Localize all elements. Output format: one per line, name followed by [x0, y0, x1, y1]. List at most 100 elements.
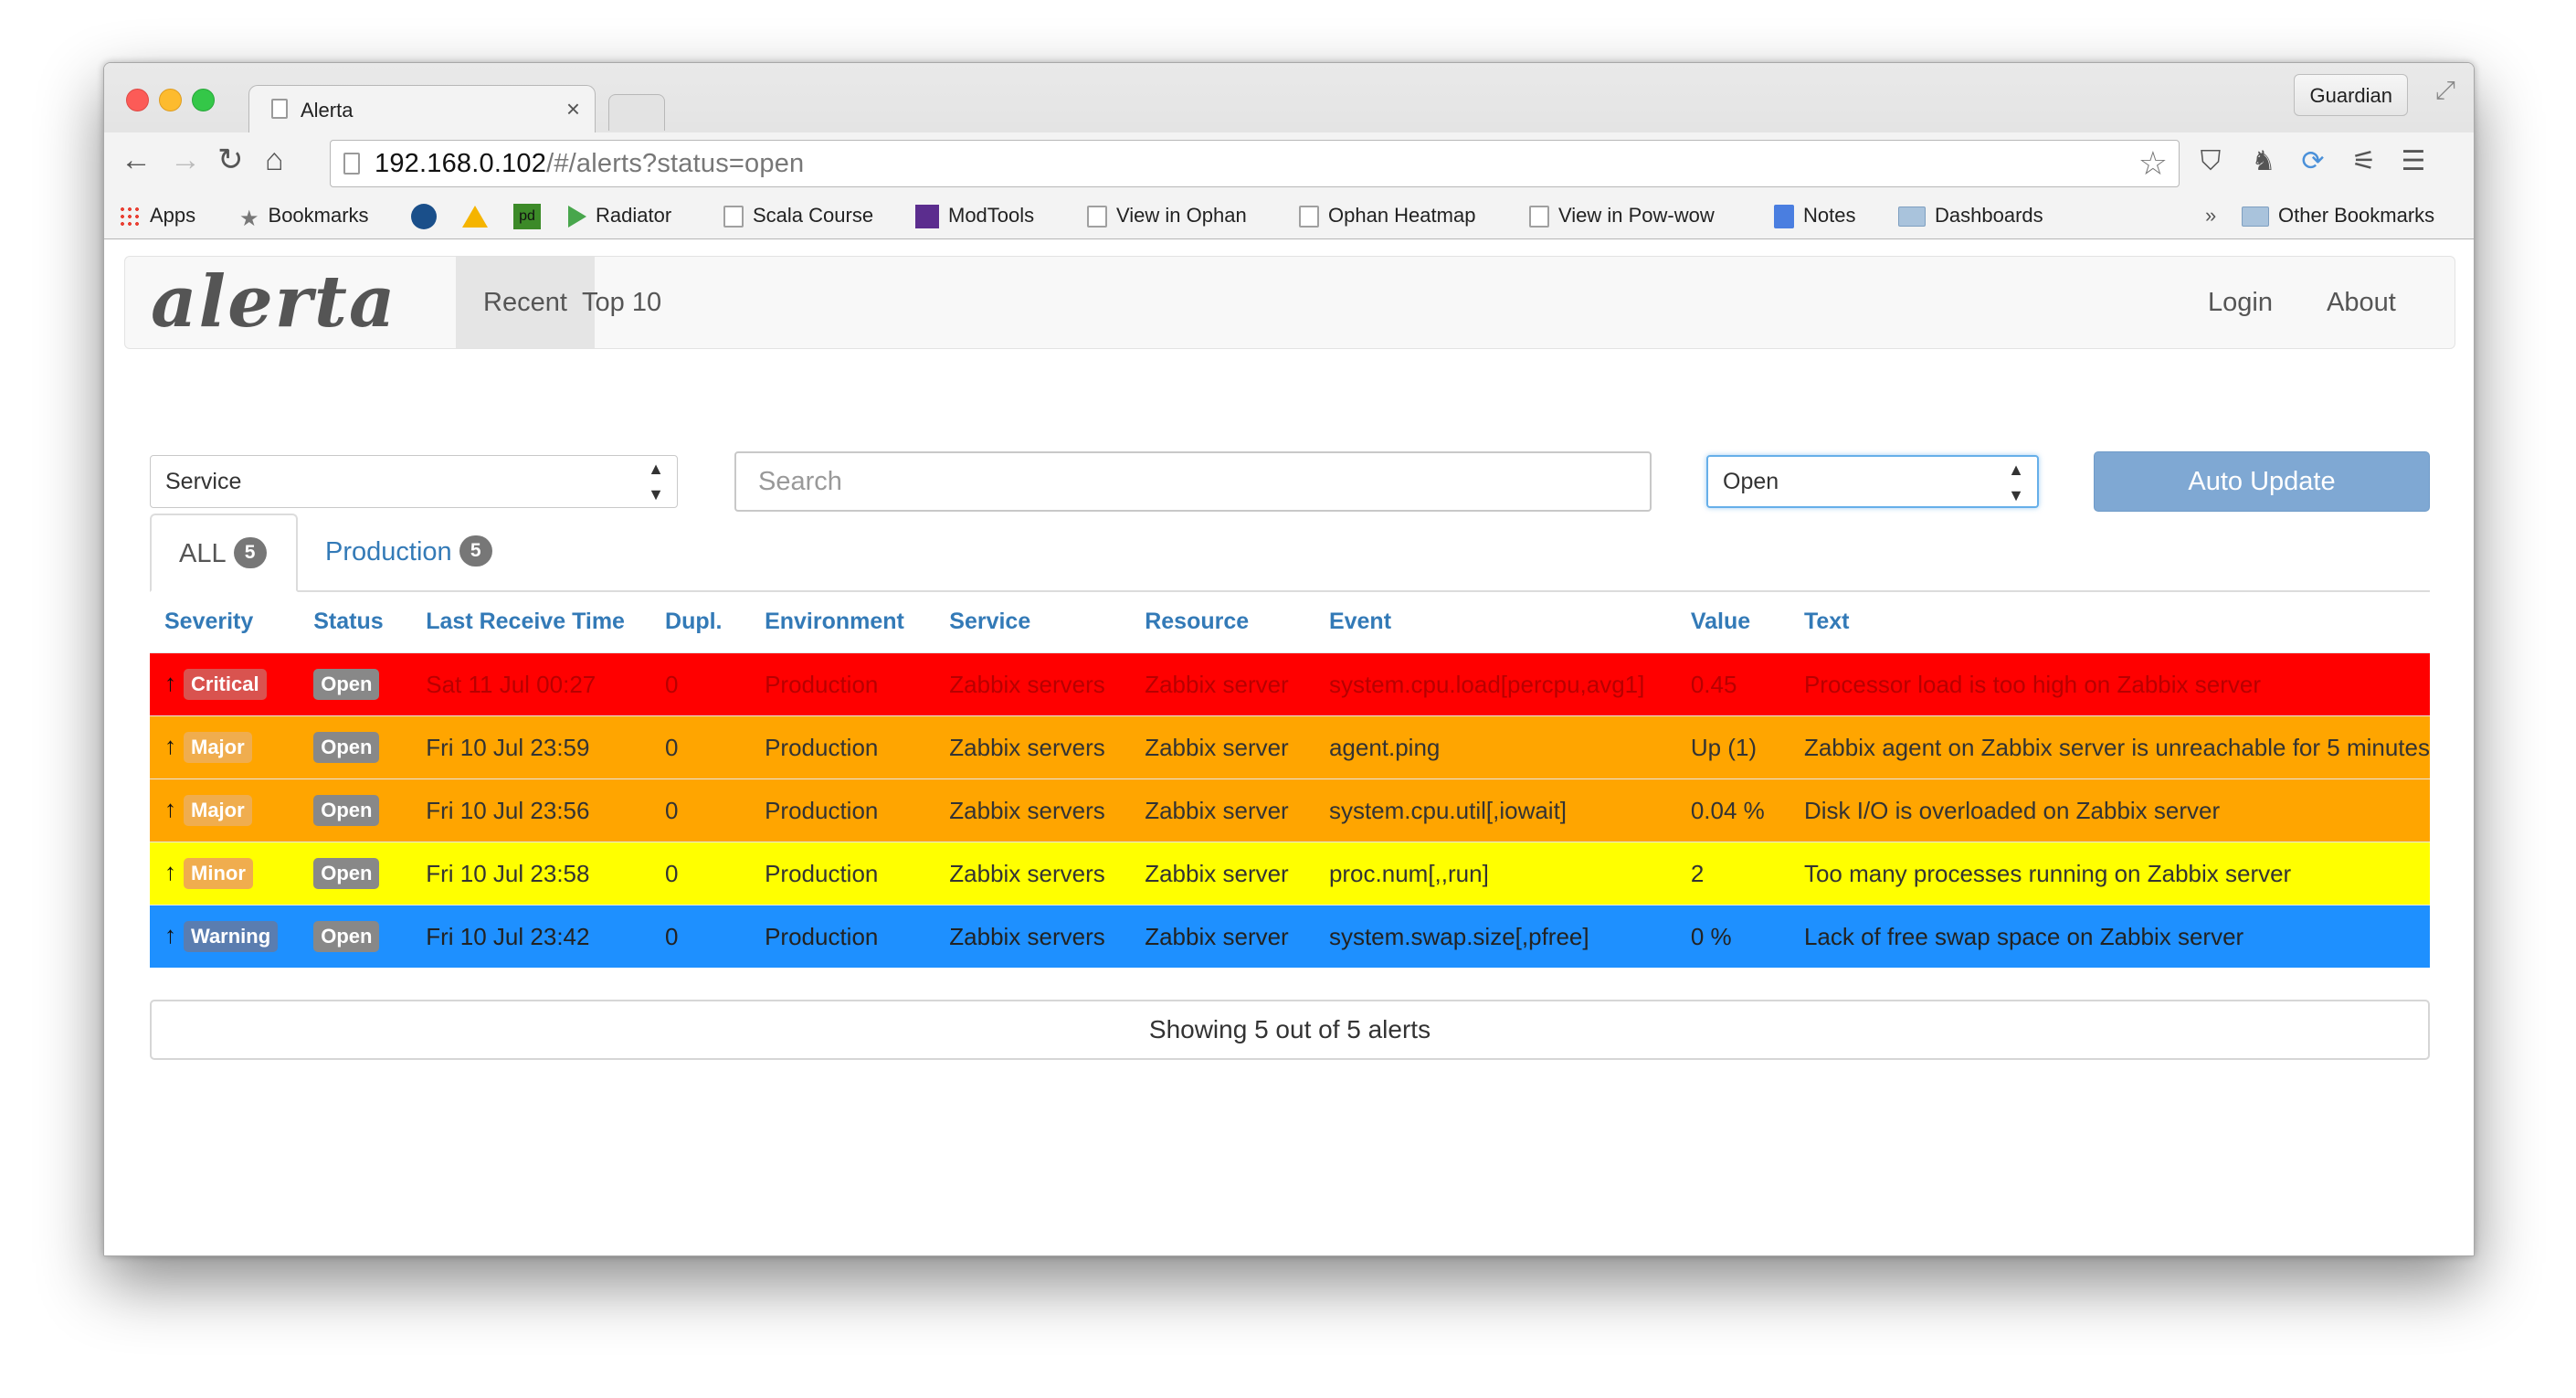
reload-icon[interactable]: ↻ — [217, 142, 244, 178]
folder-icon — [1898, 207, 1926, 228]
bookmark-notes[interactable]: Notes — [1774, 202, 1855, 229]
modtools-icon — [915, 205, 939, 229]
time-cell: Fri 10 Jul 23:56 — [411, 778, 651, 842]
traffic-light-icon[interactable]: ⚟ — [2348, 145, 2381, 178]
folder-icon — [2242, 207, 2269, 228]
bookmarks-overflow-chevron[interactable]: » — [2205, 202, 2216, 229]
column-header-last-receive-time[interactable]: Last Receive Time — [411, 590, 650, 653]
auto-update-button[interactable]: Auto Update — [2094, 451, 2430, 512]
severity-label: Critical — [184, 669, 267, 700]
status-label: Open — [313, 732, 380, 763]
nav-about[interactable]: About — [2299, 257, 2423, 348]
service-cell: Zabbix servers — [934, 652, 1131, 716]
pagerduty-icon: pd — [513, 204, 541, 230]
alerts-count-summary: Showing 5 out of 5 alerts — [150, 1000, 2430, 1060]
severity-label: Major — [184, 795, 252, 826]
column-header-event[interactable]: Event — [1314, 590, 1676, 653]
bookmark-modtools[interactable]: ModTools — [915, 202, 1034, 229]
table-row[interactable]: ↑ Warning Open Fri 10 Jul 23:42 0 Product… — [150, 905, 2430, 968]
resource-cell: Zabbix server — [1130, 778, 1314, 842]
page-icon — [343, 153, 360, 175]
column-header-severity[interactable]: Severity — [150, 590, 299, 653]
bookmark-scala-course[interactable]: Scala Course — [723, 202, 873, 229]
extension-icon[interactable]: ♞ — [2247, 145, 2280, 178]
bookmark-view-in-pow-wow[interactable]: View in Pow-wow — [1529, 202, 1715, 229]
time-cell: Sat 11 Jul 00:27 — [411, 652, 651, 716]
pocket-icon[interactable]: ⛉ — [2194, 145, 2227, 178]
event-cell: system.swap.size[,pfree] — [1314, 905, 1676, 968]
status-cell: Open — [299, 715, 412, 779]
star-icon: ★ — [239, 207, 259, 232]
forward-arrow-icon[interactable]: → — [170, 142, 201, 178]
service-cell: Zabbix servers — [934, 842, 1131, 906]
profile-button[interactable]: Guardian — [2294, 74, 2408, 116]
severity-cell: ↑ Major — [150, 778, 300, 842]
environment-cell: Production — [750, 905, 935, 968]
column-header-text[interactable]: Text — [1789, 590, 2430, 653]
resource-cell: Zabbix server — [1130, 842, 1314, 906]
dupl-cell: 0 — [650, 905, 751, 968]
bookmark-pagerduty[interactable]: pd — [513, 202, 550, 230]
bookmark-apps[interactable]: Apps — [119, 202, 195, 229]
event-cell: agent.ping — [1314, 715, 1676, 779]
arrow-up-icon: ↑ — [164, 795, 176, 822]
bookmark-view-in-ophan[interactable]: View in Ophan — [1087, 202, 1247, 229]
table-row[interactable]: ↑ Major Open Fri 10 Jul 23:56 0 Productio… — [150, 778, 2430, 842]
status-select[interactable]: Open ▲ ▼ — [1706, 455, 2039, 508]
bookmark-drive[interactable] — [462, 202, 497, 229]
service-select-value: Service — [165, 469, 242, 494]
column-header-service[interactable]: Service — [934, 590, 1130, 653]
address-host: 192.168.0.102 — [375, 149, 547, 178]
bookmark-other-bookmarks[interactable]: Other Bookmarks — [2242, 202, 2434, 229]
close-window-button[interactable] — [126, 89, 149, 111]
browser-chrome: Alerta × Guardian ⤢ ← → ↻ ⌂ 192.168.0.10… — [104, 63, 2474, 239]
bookmark-radiator[interactable]: Radiator — [568, 202, 671, 229]
bookmark-ophan-heatmap[interactable]: Ophan Heatmap — [1299, 202, 1475, 229]
browser-window: Alerta × Guardian ⤢ ← → ↻ ⌂ 192.168.0.10… — [103, 62, 2475, 1256]
bookmark-guardian[interactable] — [411, 202, 446, 230]
table-row[interactable]: ↑ Critical Open Sat 11 Jul 00:27 0 Produc… — [150, 652, 2430, 716]
severity-cell: ↑ Major — [150, 715, 300, 779]
bookmark-dashboards[interactable]: Dashboards — [1898, 202, 2043, 229]
event-cell: proc.num[,,run] — [1314, 842, 1676, 906]
guardian-icon — [411, 204, 437, 230]
drive-icon — [462, 206, 488, 228]
sync-icon[interactable]: ⟳ — [2296, 145, 2329, 178]
column-header-environment[interactable]: Environment — [750, 590, 934, 653]
column-header-dupl[interactable]: Dupl. — [650, 590, 750, 653]
browser-tab-alerta[interactable]: Alerta × — [248, 85, 596, 132]
zoom-window-button[interactable] — [192, 89, 215, 111]
dupl-cell: 0 — [650, 842, 751, 906]
bookmark-star-icon[interactable]: ☆ — [2138, 144, 2168, 183]
arrow-up-icon: ↑ — [164, 921, 176, 948]
fullscreen-icon[interactable]: ⤢ — [2435, 76, 2455, 106]
bookmark-bookmarks[interactable]: ★ Bookmarks — [239, 202, 369, 232]
status-label: Open — [313, 795, 380, 826]
bookmarks-bar: Apps ★ Bookmarks pd Radiator Scala Course… — [104, 191, 2474, 238]
nav-login[interactable]: Login — [2180, 257, 2300, 348]
new-tab-button[interactable] — [608, 94, 665, 131]
alerta-logo[interactable]: alerta — [151, 260, 396, 344]
service-select[interactable]: Service ▲ ▼ — [150, 455, 678, 508]
search-input[interactable] — [734, 451, 1652, 512]
minimize-window-button[interactable] — [159, 89, 182, 111]
home-icon[interactable]: ⌂ — [265, 142, 284, 178]
nav-top-10[interactable]: Top 10 — [554, 257, 689, 348]
column-header-value[interactable]: Value — [1676, 590, 1789, 653]
close-tab-icon[interactable]: × — [566, 95, 580, 123]
table-row[interactable]: ↑ Minor Open Fri 10 Jul 23:58 0 Productio… — [150, 842, 2430, 906]
app-navbar: alerta Recent Top 10 Login About — [124, 256, 2455, 349]
table-header-row: Severity Status Last Receive Time Dupl. … — [150, 590, 2430, 653]
menu-icon[interactable]: ☰ — [2397, 145, 2430, 178]
tab-production[interactable]: Production 5 — [298, 514, 520, 590]
column-header-resource[interactable]: Resource — [1130, 590, 1314, 653]
column-header-status[interactable]: Status — [299, 590, 411, 653]
alerta-page: alerta Recent Top 10 Login About Service… — [104, 239, 2474, 1255]
tab-all[interactable]: ALL 5 — [150, 514, 298, 592]
arrow-up-icon: ↑ — [164, 732, 176, 759]
back-arrow-icon[interactable]: ← — [121, 142, 152, 178]
table-row[interactable]: ↑ Major Open Fri 10 Jul 23:59 0 Productio… — [150, 715, 2430, 779]
text-cell: Too many processes running on Zabbix ser… — [1789, 842, 2430, 906]
severity-cell: ↑ Critical — [150, 652, 300, 716]
address-bar[interactable]: 192.168.0.102/#/alerts?status=open ☆ — [330, 140, 2180, 187]
